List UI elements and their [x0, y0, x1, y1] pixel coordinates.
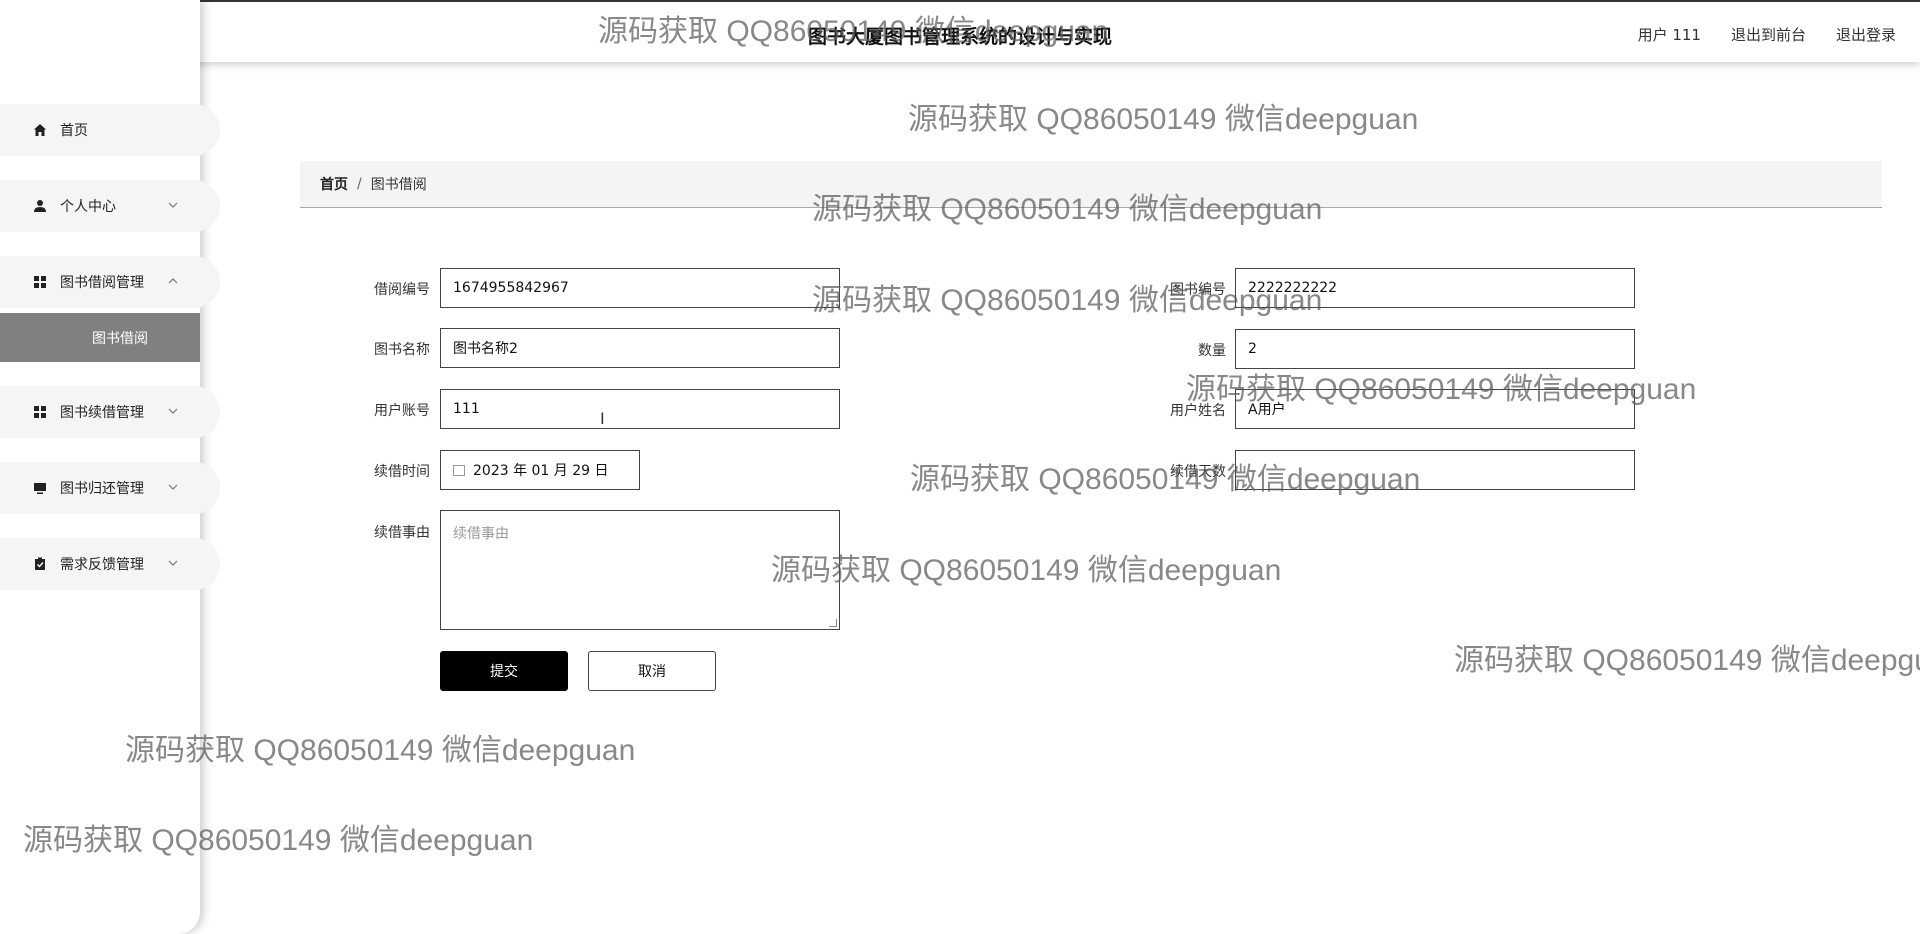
- renew-reason-label: 续借事由: [374, 525, 430, 541]
- top-header: 图书大厦图书管理系统的设计与实现 用户 111 退出到前台 退出登录: [0, 0, 1920, 62]
- clipboard-check-icon: [32, 556, 48, 572]
- watermark: 源码获取 QQ86050149 微信deepguan: [1454, 644, 1920, 677]
- book-name-label: 图书名称: [374, 342, 430, 358]
- renew-days-field[interactable]: [1235, 450, 1635, 490]
- sidebar-item-renew-management[interactable]: 图书续借管理: [0, 386, 220, 438]
- breadcrumb-current: 图书借阅: [370, 177, 427, 193]
- user-account-link[interactable]: 用户 111: [1638, 24, 1701, 45]
- user-account-field[interactable]: 111: [440, 389, 840, 429]
- renew-time-value: 2023 年 01 月 29 日: [473, 463, 609, 479]
- book-no-label: 图书编号: [1170, 282, 1226, 298]
- monitor-icon: [32, 480, 48, 496]
- renew-days-label: 续借天数: [1170, 464, 1226, 480]
- text-cursor-icon: I: [600, 409, 605, 428]
- user-name-label: 用户姓名: [1170, 403, 1226, 419]
- calendar-icon: [453, 464, 465, 476]
- sidebar-item-label: 个人中心: [60, 199, 116, 215]
- cancel-button[interactable]: 取消: [588, 651, 716, 691]
- sidebar-item-feedback-management[interactable]: 需求反馈管理: [0, 538, 220, 590]
- sidebar-item-label: 图书归还管理: [60, 481, 144, 497]
- quantity-field[interactable]: 2: [1235, 329, 1635, 369]
- user-icon: [32, 198, 48, 214]
- watermark: 源码获取 QQ86050149 微信deepguan: [125, 734, 636, 767]
- chevron-down-icon: [168, 404, 178, 417]
- borrow-no-label: 借阅编号: [374, 282, 430, 298]
- renew-reason-placeholder: 续借事由: [453, 526, 509, 542]
- breadcrumb-home[interactable]: 首页: [320, 174, 348, 194]
- sidebar: 首页 个人中心 图书借阅管理 图书借阅 图书续借管理 图书归还管理 需求反馈管理: [0, 0, 220, 934]
- quantity-label: 数量: [1198, 343, 1226, 359]
- user-account-label: 用户账号: [374, 403, 430, 419]
- chevron-up-icon: [168, 274, 178, 287]
- sidebar-item-label: 首页: [60, 123, 88, 139]
- borrow-no-field[interactable]: 1674955842967: [440, 268, 840, 308]
- grid-icon: [32, 404, 48, 420]
- chevron-down-icon: [168, 480, 178, 493]
- exit-to-front-link[interactable]: 退出到前台: [1731, 24, 1806, 45]
- sidebar-subitem-book-borrow[interactable]: 图书借阅: [0, 313, 200, 362]
- sidebar-item-return-management[interactable]: 图书归还管理: [0, 462, 220, 514]
- renew-time-label: 续借时间: [374, 464, 430, 480]
- sidebar-item-home[interactable]: 首页: [0, 104, 220, 156]
- renew-time-datepicker[interactable]: 2023 年 01 月 29 日: [440, 450, 640, 490]
- chevron-down-icon: [168, 556, 178, 569]
- logout-link[interactable]: 退出登录: [1836, 24, 1896, 45]
- sidebar-item-personal-center[interactable]: 个人中心: [0, 180, 220, 232]
- book-no-field[interactable]: 2222222222: [1235, 268, 1635, 308]
- watermark: 源码获取 QQ86050149 微信deepguan: [908, 103, 1419, 136]
- grid-icon: [32, 274, 48, 290]
- breadcrumb-separator: /: [357, 176, 362, 192]
- chevron-down-icon: [168, 198, 178, 211]
- home-icon: [32, 122, 48, 138]
- watermark: 源码获取 QQ86050149 微信deepguan: [771, 554, 1282, 587]
- sidebar-item-label: 图书续借管理: [60, 405, 144, 421]
- user-name-field[interactable]: A用户: [1235, 389, 1635, 429]
- breadcrumb: 首页 / 图书借阅: [300, 161, 1882, 208]
- sidebar-item-borrow-management[interactable]: 图书借阅管理: [0, 256, 220, 308]
- header-links: 用户 111 退出到前台 退出登录: [1638, 24, 1896, 45]
- sidebar-item-label: 图书借阅管理: [60, 275, 144, 291]
- submit-button[interactable]: 提交: [440, 651, 568, 691]
- sidebar-item-label: 需求反馈管理: [60, 557, 144, 573]
- book-name-field[interactable]: 图书名称2: [440, 328, 840, 368]
- resize-handle-icon[interactable]: [829, 619, 837, 627]
- renew-reason-textarea[interactable]: 续借事由: [440, 510, 840, 630]
- app-title: 图书大厦图书管理系统的设计与实现: [807, 26, 1112, 48]
